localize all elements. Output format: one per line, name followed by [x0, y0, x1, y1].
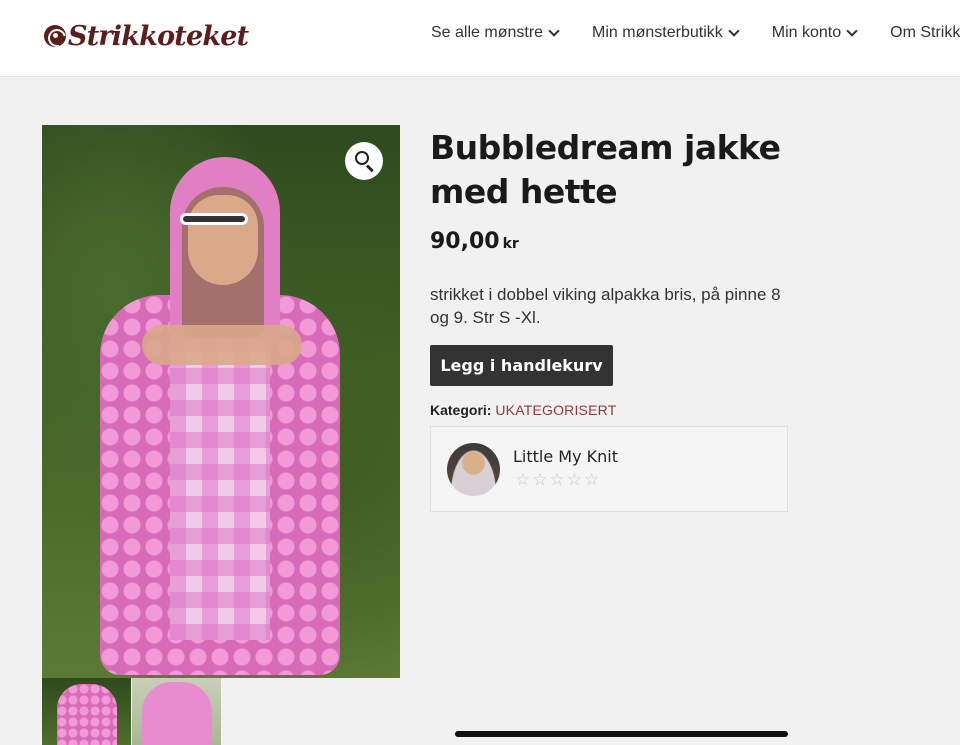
star-icon: ☆: [549, 470, 565, 490]
thumbnail-strip: [42, 678, 222, 745]
product-description: strikket i dobbel viking alpakka bris, p…: [430, 285, 781, 327]
image-sunglasses: [180, 213, 248, 225]
vendor-card: Little My Knit ☆ ☆ ☆ ☆ ☆: [430, 426, 788, 512]
vendor-rating: ☆ ☆ ☆ ☆ ☆: [515, 470, 601, 490]
star-icon: ☆: [584, 470, 600, 490]
vendor-name[interactable]: Little My Knit: [513, 447, 618, 466]
logo-icon: [44, 25, 66, 47]
nav-item-label: Min konto: [771, 24, 842, 41]
product-main-image[interactable]: [42, 125, 400, 678]
nav-item-label: Min mønsterbutikk: [592, 24, 723, 41]
product-category: Kategori: UKATEGORISERT: [430, 402, 616, 418]
add-to-cart-button[interactable]: Legg i handlekurv: [430, 345, 613, 386]
image-face: [188, 195, 258, 285]
star-icon: ☆: [532, 470, 548, 490]
nav-item-my-account[interactable]: Min konto: [771, 24, 858, 42]
image-hands: [142, 325, 302, 365]
chevron-down-icon: [548, 24, 560, 37]
product-price: 90,00 kr: [430, 229, 519, 254]
chevron-down-icon: [846, 24, 858, 37]
category-label: Kategori:: [430, 402, 492, 418]
thumbnail-1[interactable]: [42, 678, 131, 745]
site-logo[interactable]: Strikkoteket: [44, 18, 249, 54]
logo-text: Strikkoteket: [68, 20, 249, 52]
site-header: Strikkoteket Se alle mønstre Min mønster…: [0, 0, 960, 77]
category-link[interactable]: UKATEGORISERT: [495, 402, 616, 418]
main-nav: Se alle mønstre Min mønsterbutikk Min ko…: [431, 24, 960, 42]
magnifier-handle: [365, 164, 374, 173]
nav-item-label: Se alle mønstre: [431, 24, 544, 41]
image-dress: [170, 340, 270, 640]
price-currency: kr: [502, 236, 519, 252]
zoom-button[interactable]: [345, 142, 383, 180]
nav-item-label: Om Strikkoteket: [890, 24, 960, 41]
nav-item-all-patterns[interactable]: Se alle mønstre: [431, 24, 560, 42]
vendor-avatar[interactable]: [447, 443, 500, 496]
chevron-down-icon: [728, 24, 740, 37]
magnifier-icon: [355, 151, 369, 165]
home-indicator-bar: [455, 731, 788, 737]
nav-item-my-shop[interactable]: Min mønsterbutikk: [592, 24, 740, 42]
product-title: Bubbledream jakke med hette: [430, 128, 781, 211]
price-amount: 90,00: [430, 229, 500, 254]
thumbnail-2[interactable]: [132, 678, 221, 745]
star-icon: ☆: [566, 470, 582, 490]
nav-item-about[interactable]: Om Strikkoteket: [890, 24, 960, 42]
star-icon: ☆: [515, 470, 531, 490]
